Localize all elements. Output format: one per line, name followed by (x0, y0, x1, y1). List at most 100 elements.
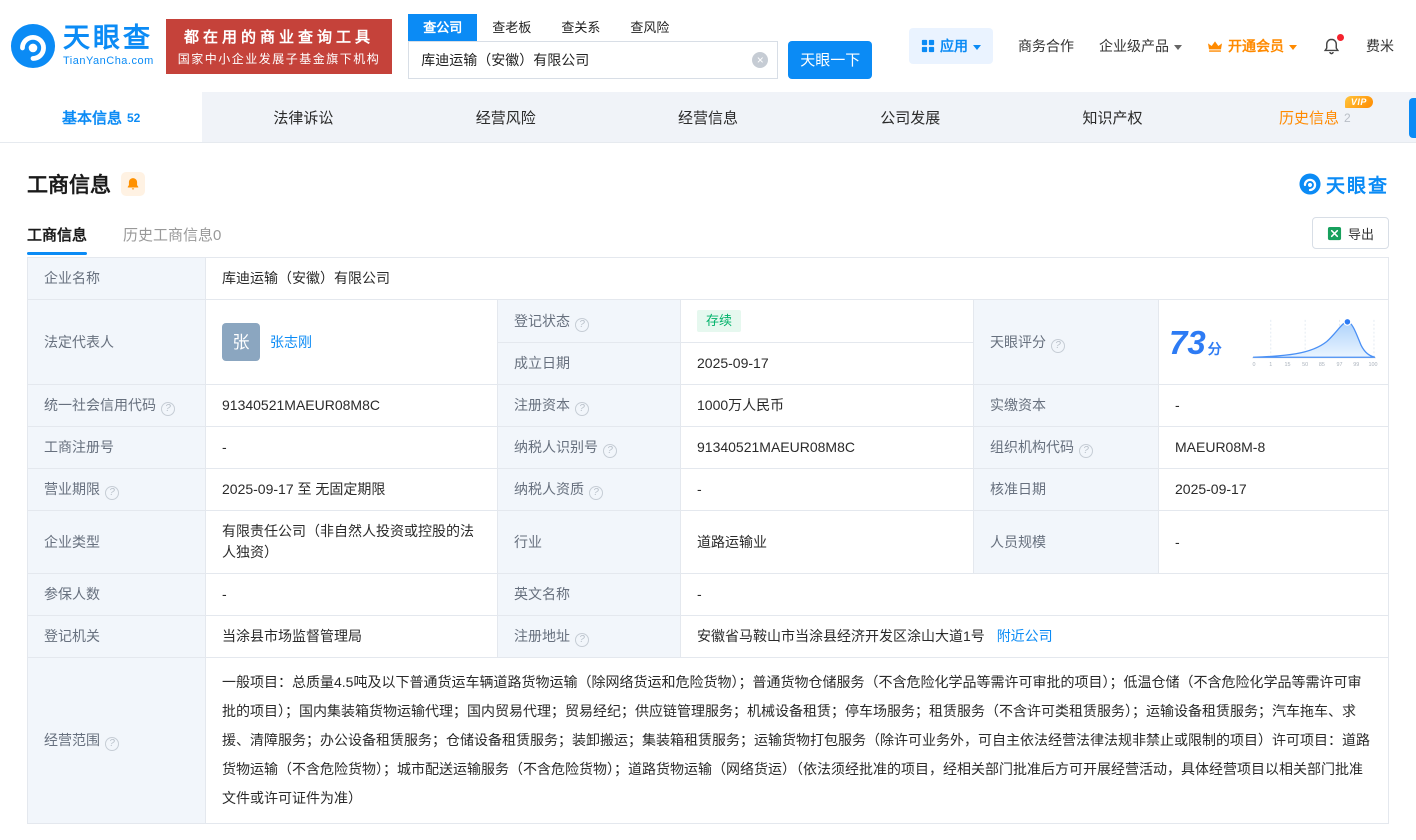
taxpayer-id-label: 纳税人识别号 (498, 427, 681, 469)
help-icon[interactable] (575, 402, 589, 416)
search-tab-relation[interactable]: 查关系 (546, 14, 615, 41)
svg-text:15: 15 (1284, 362, 1290, 368)
paid-capital-label: 实缴资本 (974, 385, 1159, 427)
crown-icon (1207, 38, 1223, 54)
business-scope-label: 经营范围 (28, 658, 206, 824)
subtab-business-info[interactable]: 工商信息 (27, 224, 87, 255)
table-row: 工商注册号 - 纳税人识别号 91340521MAEUR08M8C 组织机构代码… (28, 427, 1389, 469)
tab-count: 2 (1344, 111, 1351, 125)
search-tab-risk[interactable]: 查风险 (615, 14, 684, 41)
open-vip-menu[interactable]: 开通会员 (1207, 36, 1297, 56)
help-icon[interactable] (105, 486, 119, 500)
address-text: 安徽省马鞍山市当涂县经济开发区涂山大道1号 (697, 628, 985, 644)
enterprise-products-menu[interactable]: 企业级产品 (1099, 36, 1182, 56)
score-number: 73分 (1169, 326, 1222, 359)
score-label: 天眼评分 (974, 300, 1159, 385)
vip-label: 开通会员 (1228, 36, 1284, 56)
export-button[interactable]: 导出 (1312, 217, 1389, 249)
insured-count-value: - (206, 574, 498, 616)
legal-rep-avatar[interactable]: 张 (222, 323, 260, 361)
business-term-label: 营业期限 (28, 469, 206, 511)
subscribe-bell-button[interactable] (121, 172, 145, 196)
tab-intellectual-property[interactable]: 知识产权 (1011, 92, 1213, 142)
notifications-button[interactable] (1322, 37, 1341, 56)
table-row: 企业名称 库迪运输（安徽）有限公司 (28, 258, 1389, 300)
brand-slogan-banner: 都在用的商业查询工具 国家中小企业发展子基金旗下机构 (166, 19, 393, 74)
tab-label: 法律诉讼 (273, 107, 333, 128)
grid-icon (921, 39, 935, 53)
nearby-companies-link[interactable]: 附近公司 (997, 628, 1053, 644)
subtab-count: 0 (213, 227, 221, 244)
reg-status-label: 登记状态 (498, 300, 681, 343)
help-icon[interactable] (589, 486, 603, 500)
chevron-down-icon (973, 45, 981, 54)
help-icon[interactable] (161, 402, 175, 416)
table-row: 统一社会信用代码 91340521MAEUR08M8C 注册资本 1000万人民… (28, 385, 1389, 427)
industry-label: 行业 (498, 511, 681, 574)
logo-name: 天眼查 (63, 25, 154, 52)
score-distribution-chart: 0 1 15 50 85 97 99 100 (1250, 314, 1378, 371)
table-row: 参保人数 - 英文名称 - (28, 574, 1389, 616)
apps-label: 应用 (940, 36, 968, 56)
help-icon[interactable] (603, 444, 617, 458)
staff-size-value: - (1159, 511, 1389, 574)
main-content: 工商信息 天眼查 工商信息 历史工商信息0 (0, 169, 1416, 824)
help-icon[interactable] (105, 737, 119, 751)
business-scope-value: 一般项目：总质量4.5吨及以下普通货运车辆道路货物运输（除网络货运和危险货物）；… (206, 658, 1389, 824)
table-row: 企业类型 有限责任公司（非自然人投资或控股的法人独资） 行业 道路运输业 人员规… (28, 511, 1389, 574)
banner-line2: 国家中小企业发展子基金旗下机构 (178, 50, 381, 67)
apps-menu[interactable]: 应用 (909, 28, 993, 64)
tab-legal-proceedings[interactable]: 法律诉讼 (202, 92, 404, 142)
tianyancha-logo-icon (10, 23, 56, 69)
tianyancha-logo-icon (1299, 173, 1321, 195)
help-icon[interactable] (1051, 339, 1065, 353)
chevron-down-icon (1174, 45, 1182, 54)
chevron-down-icon (1289, 45, 1297, 54)
tab-history-info[interactable]: 历史信息 2 VIP (1214, 92, 1416, 142)
reg-capital-value: 1000万人民币 (681, 385, 974, 427)
tab-label: 公司发展 (880, 107, 940, 128)
legal-rep-value: 张 张志刚 (206, 300, 498, 385)
search-input[interactable] (408, 41, 778, 79)
user-menu[interactable]: 费米 (1366, 36, 1394, 56)
search-button[interactable]: 天眼一下 (788, 41, 872, 79)
table-row: 营业期限 2025-09-17 至 无固定期限 纳税人资质 - 核准日期 202… (28, 469, 1389, 511)
company-type-value: 有限责任公司（非自然人投资或控股的法人独资） (206, 511, 498, 574)
search-tab-company[interactable]: 查公司 (408, 14, 477, 41)
subtab-history-business-info[interactable]: 历史工商信息0 (123, 224, 221, 255)
paid-capital-value: - (1159, 385, 1389, 427)
tab-basic-info[interactable]: 基本信息 52 (0, 92, 202, 142)
reg-status-value: 存续 (681, 300, 974, 343)
approve-date-value: 2025-09-17 (1159, 469, 1389, 511)
help-icon[interactable] (575, 633, 589, 647)
tab-company-development[interactable]: 公司发展 (809, 92, 1011, 142)
help-icon[interactable] (575, 318, 589, 332)
clear-search-icon[interactable] (752, 52, 768, 68)
industry-value: 道路运输业 (681, 511, 974, 574)
side-float-widget[interactable] (1409, 98, 1416, 138)
tianyancha-watermark[interactable]: 天眼查 (1299, 171, 1389, 198)
subtab-label: 历史工商信息 (123, 227, 213, 244)
banner-line1: 都在用的商业查询工具 (178, 26, 381, 47)
logo-domain: TianYanCha.com (63, 55, 154, 67)
english-name-label: 英文名称 (498, 574, 681, 616)
business-cooperation-menu[interactable]: 商务合作 (1018, 36, 1074, 56)
taxpayer-quality-value: - (681, 469, 974, 511)
english-name-value: - (681, 574, 1389, 616)
establish-date-label: 成立日期 (498, 343, 681, 385)
legal-rep-link[interactable]: 张志刚 (270, 332, 312, 353)
reg-authority-label: 登记机关 (28, 616, 206, 658)
company-name-label: 企业名称 (28, 258, 206, 300)
insured-count-label: 参保人数 (28, 574, 206, 616)
tab-count: 52 (127, 111, 140, 125)
search-area: 查公司 查老板 查关系 查风险 天眼一下 (408, 14, 872, 79)
cooperation-label: 商务合作 (1018, 36, 1074, 56)
tab-operating-info[interactable]: 经营信息 (607, 92, 809, 142)
tab-operating-risk[interactable]: 经营风险 (405, 92, 607, 142)
svg-text:99: 99 (1353, 362, 1359, 368)
enterprise-label: 企业级产品 (1099, 36, 1169, 56)
help-icon[interactable] (1079, 444, 1093, 458)
svg-text:97: 97 (1337, 362, 1343, 368)
tianyancha-logo[interactable]: 天眼查 TianYanCha.com (10, 23, 154, 69)
search-tab-boss[interactable]: 查老板 (477, 14, 546, 41)
